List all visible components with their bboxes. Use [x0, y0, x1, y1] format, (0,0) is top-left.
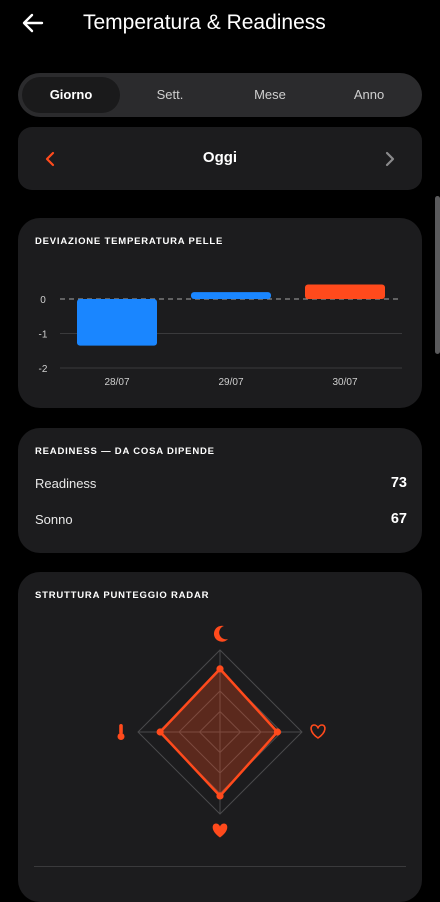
radar-card: STRUTTURA PUNTEGGIO RADAR [18, 572, 422, 902]
readiness-row-label: Readiness [35, 476, 97, 491]
tab-sett[interactable]: Sett. [120, 77, 220, 113]
readiness-card-title: READINESS — DA COSA DIPENDE [35, 446, 215, 457]
sleep-row-label: Sonno [35, 512, 73, 527]
readiness-row-value: 73 [390, 475, 407, 491]
moon-icon [213, 625, 228, 642]
readiness-card: READINESS — DA COSA DIPENDE Readiness 73… [18, 428, 422, 553]
x-tick-label: 28/07 [104, 377, 129, 388]
radar-point [156, 728, 164, 736]
y-tick-label: -1 [39, 330, 48, 341]
bar [305, 284, 385, 299]
page-title: Temperatura & Readiness [83, 11, 326, 34]
radar-point [216, 665, 224, 673]
chevron-right-icon[interactable] [380, 149, 400, 169]
bar [77, 299, 157, 346]
date-navigator: Oggi [18, 127, 422, 190]
sleep-row-value: 67 [390, 511, 407, 527]
radar-point [273, 728, 281, 736]
header: Temperatura & Readiness [0, 0, 440, 50]
scrollbar[interactable] [435, 196, 440, 354]
date-label: Oggi [202, 149, 238, 166]
thermometer-icon [117, 724, 125, 740]
period-tabs: Giorno Sett. Mese Anno [18, 73, 422, 117]
tab-anno[interactable]: Anno [320, 77, 418, 113]
x-tick-label: 29/07 [218, 377, 243, 388]
readiness-row: Readiness 73 [35, 475, 407, 491]
y-tick-label: -2 [39, 364, 48, 375]
tab-mese[interactable]: Mese [220, 77, 320, 113]
x-tick-label: 30/07 [332, 377, 357, 388]
arrow-left-icon[interactable] [20, 10, 46, 36]
bar [191, 292, 271, 299]
tab-giorno[interactable]: Giorno [22, 77, 120, 113]
heart-filled-icon [212, 823, 228, 838]
radar-chart [117, 625, 326, 838]
temperature-chart: 0 -1 -2 28/07 29/07 30/07 [39, 284, 402, 388]
temperature-card: DEVIAZIONE TEMPERATURA PELLE 0 -1 -2 28/07 2… [18, 218, 422, 408]
radar-divider [34, 866, 406, 867]
radar-shape [158, 667, 279, 798]
y-tick-label: 0 [40, 295, 46, 306]
heart-outline-icon [310, 724, 326, 739]
radar-point [216, 792, 224, 800]
sleep-row: Sonno 67 [35, 511, 407, 527]
